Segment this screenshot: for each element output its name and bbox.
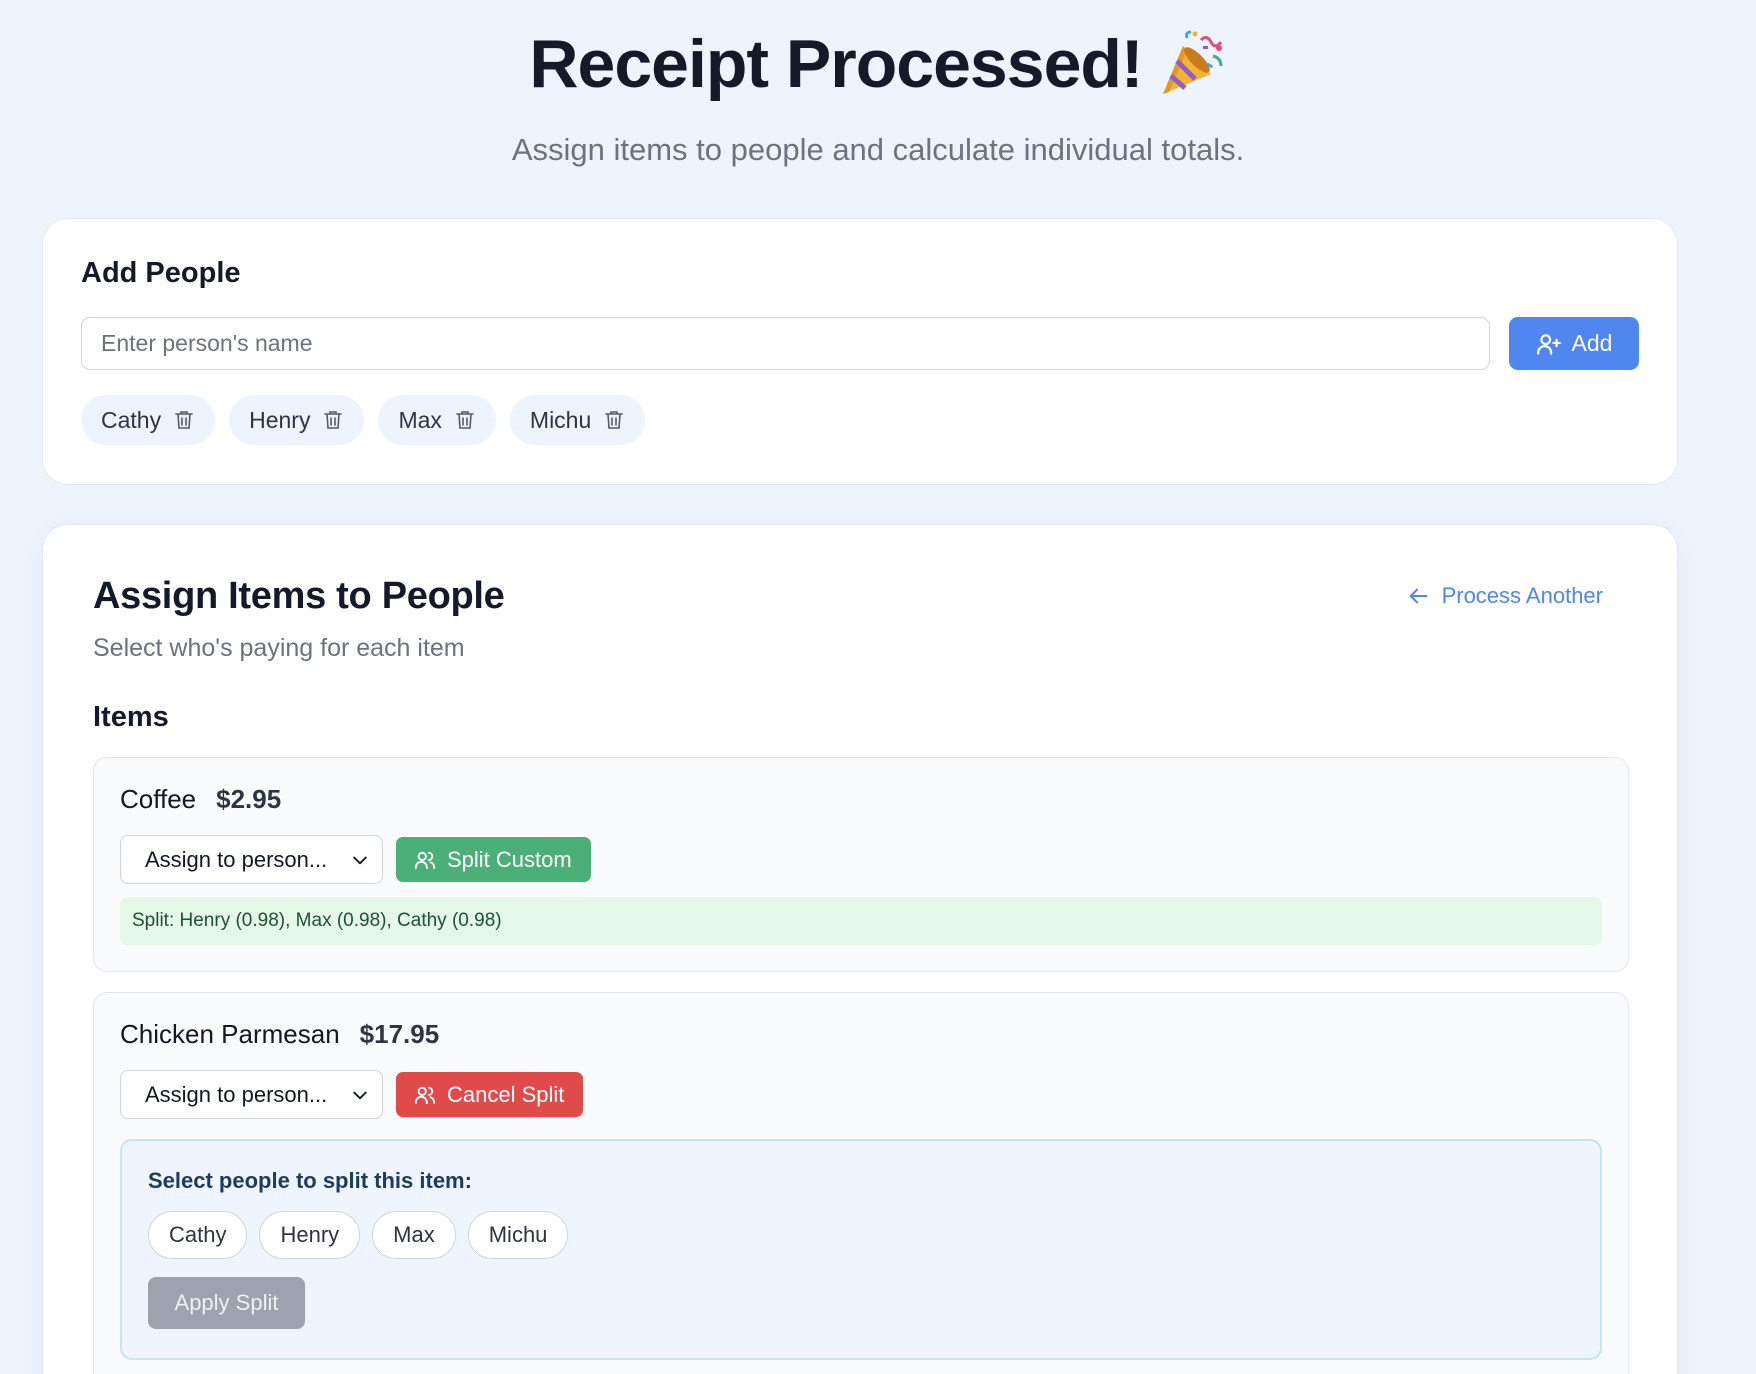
item-header: Coffee $2.95: [120, 784, 1602, 815]
apply-split-button[interactable]: Apply Split: [148, 1277, 305, 1329]
item-controls: Assign to person... Split Custom: [120, 835, 1602, 884]
assign-items-card: Assign Items to People Select who's payi…: [42, 524, 1678, 1374]
item-price: $2.95: [216, 784, 282, 814]
item-name: Coffee: [120, 784, 197, 814]
split-selection-panel: Select people to split this item: Cathy …: [120, 1139, 1602, 1360]
person-chip: Max: [378, 395, 496, 445]
split-summary: Split: Henry (0.98), Max (0.98), Cathy (…: [120, 897, 1602, 945]
people-list: Cathy Henry Max Michu: [81, 395, 1639, 445]
add-people-title: Add People: [81, 257, 241, 289]
assign-person-select[interactable]: Assign to person...: [120, 1070, 383, 1119]
chevron-down-icon: [353, 856, 367, 864]
add-person-row: Add: [81, 317, 1639, 370]
page-subtitle: Assign items to people and calculate ind…: [511, 131, 1245, 167]
person-name: Max: [398, 406, 442, 433]
person-chip: Henry: [229, 395, 365, 445]
page-header: Receipt Processed! Assign items to peopl…: [0, 0, 1756, 168]
split-custom-label: Split Custom: [447, 846, 572, 872]
items-title: Items: [93, 701, 169, 733]
page-title-text: Receipt Processed!: [529, 26, 1143, 102]
split-option-henry[interactable]: Henry: [259, 1211, 361, 1259]
users-icon: [414, 851, 436, 869]
person-chip: Cathy: [81, 395, 216, 445]
cancel-split-label: Cancel Split: [447, 1081, 565, 1107]
person-name: Michu: [529, 406, 592, 433]
add-people-card: Add People Add Cathy Henry: [42, 218, 1678, 485]
trash-icon[interactable]: [605, 410, 624, 430]
item-header: Chicken Parmesan $17.95: [120, 1019, 1602, 1050]
cancel-split-button[interactable]: Cancel Split: [396, 1072, 584, 1117]
process-another-link[interactable]: Process Another: [1408, 583, 1603, 609]
assign-header: Assign Items to People Select who's payi…: [93, 575, 1627, 663]
trash-icon[interactable]: [324, 410, 343, 430]
assign-person-select-value: Assign to person...: [145, 1081, 328, 1107]
party-popper-icon: [1162, 30, 1223, 94]
process-another-label: Process Another: [1441, 583, 1603, 608]
item-card-coffee: Coffee $2.95 Assign to person... Split C…: [93, 757, 1629, 972]
item-price: $17.95: [359, 1019, 440, 1049]
split-option-michu[interactable]: Michu: [467, 1211, 569, 1259]
item-controls: Assign to person... Cancel Split: [120, 1070, 1602, 1119]
split-option-cathy[interactable]: Cathy: [148, 1211, 248, 1259]
item-name: Chicken Parmesan: [120, 1019, 340, 1049]
item-card-chicken-parmesan: Chicken Parmesan $17.95 Assign to person…: [93, 992, 1629, 1374]
user-plus-icon: [1536, 333, 1561, 355]
add-person-button[interactable]: Add: [1509, 317, 1639, 370]
person-name: Cathy: [101, 406, 162, 433]
assign-person-select-value: Assign to person...: [145, 846, 328, 872]
trash-icon[interactable]: [175, 410, 193, 430]
split-custom-button[interactable]: Split Custom: [396, 837, 591, 882]
assign-person-select[interactable]: Assign to person...: [120, 835, 383, 884]
assign-subtitle: Select who's paying for each item: [93, 634, 465, 662]
add-person-label: Add: [1571, 330, 1613, 356]
chevron-down-icon: [353, 1091, 367, 1099]
page-title: Receipt Processed!: [529, 24, 1226, 106]
assign-title: Assign Items to People: [93, 575, 505, 617]
users-icon: [414, 1086, 436, 1104]
split-option-max[interactable]: Max: [372, 1211, 456, 1259]
person-chip: Michu: [509, 395, 646, 445]
split-prompt: Select people to split this item:: [148, 1168, 472, 1193]
split-person-options: Cathy Henry Max Michu: [148, 1211, 1574, 1259]
receipt-page: Receipt Processed! Assign items to peopl…: [0, 0, 1756, 1374]
person-name-input[interactable]: [81, 317, 1490, 370]
person-name: Henry: [249, 406, 311, 433]
arrow-left-icon: [1409, 588, 1427, 604]
trash-icon[interactable]: [456, 410, 474, 430]
